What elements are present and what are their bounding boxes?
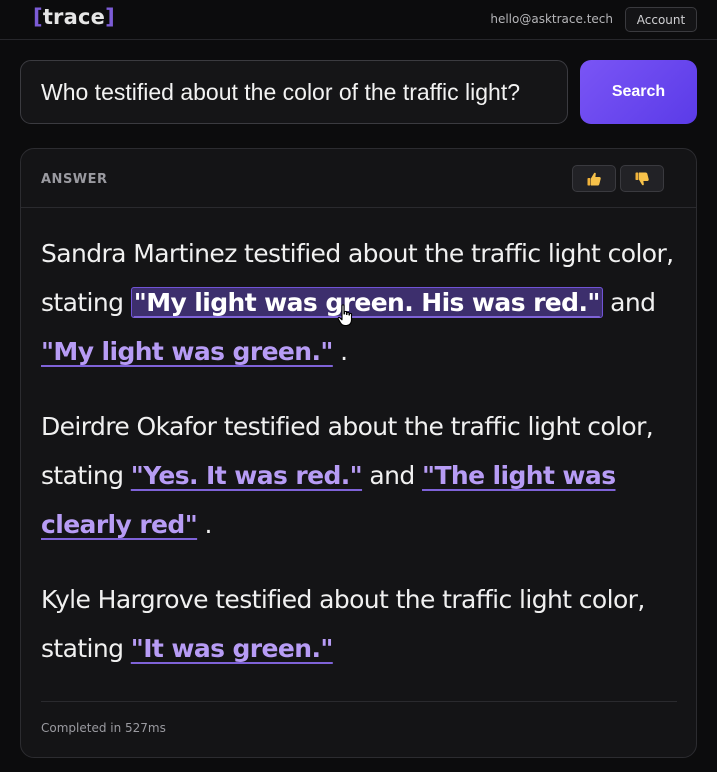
thumbs-down-icon bbox=[635, 172, 649, 185]
divider bbox=[41, 701, 677, 702]
paragraph-end: . bbox=[340, 337, 348, 366]
answer-body: Sandra Martinez testified about the traf… bbox=[41, 229, 681, 699]
logo-text: trace bbox=[42, 5, 106, 29]
logo-bracket-close: ] bbox=[105, 5, 115, 29]
paragraph-joiner: and bbox=[610, 288, 656, 317]
logo[interactable]: [trace] bbox=[33, 5, 115, 29]
answer-paragraph: Kyle Hargrove testified about the traffi… bbox=[41, 575, 681, 673]
paragraph-joiner: and bbox=[369, 461, 415, 490]
answer-card-header: ANSWER bbox=[21, 149, 696, 208]
answer-card: ANSWER Sandra Martinez testified about t… bbox=[20, 148, 697, 758]
thumbs-down-button[interactable] bbox=[620, 165, 664, 192]
citation-quote[interactable]: "Yes. It was red." bbox=[131, 461, 363, 490]
answer-paragraph: Sandra Martinez testified about the traf… bbox=[41, 229, 681, 376]
account-button[interactable]: Account bbox=[625, 7, 697, 32]
answer-label: ANSWER bbox=[41, 172, 108, 187]
thumbs-up-icon bbox=[587, 172, 601, 185]
user-email: hello@asktrace.tech bbox=[490, 12, 613, 26]
paragraph-end: . bbox=[204, 510, 212, 539]
top-bar: [trace] hello@asktrace.tech Account bbox=[0, 0, 717, 40]
citation-quote[interactable]: "It was green." bbox=[131, 634, 334, 663]
thumbs-up-button[interactable] bbox=[572, 165, 616, 192]
citation-quote[interactable]: "My light was green." bbox=[41, 337, 333, 366]
search-button[interactable]: Search bbox=[580, 60, 697, 124]
citation-quote[interactable]: "My light was green. His was red." bbox=[130, 287, 603, 318]
search-input[interactable] bbox=[21, 61, 567, 123]
logo-bracket-open: [ bbox=[33, 5, 43, 29]
completion-status: Completed in 527ms bbox=[41, 721, 166, 735]
answer-paragraph: Deirdre Okafor testified about the traff… bbox=[41, 402, 681, 549]
search-box bbox=[20, 60, 568, 124]
